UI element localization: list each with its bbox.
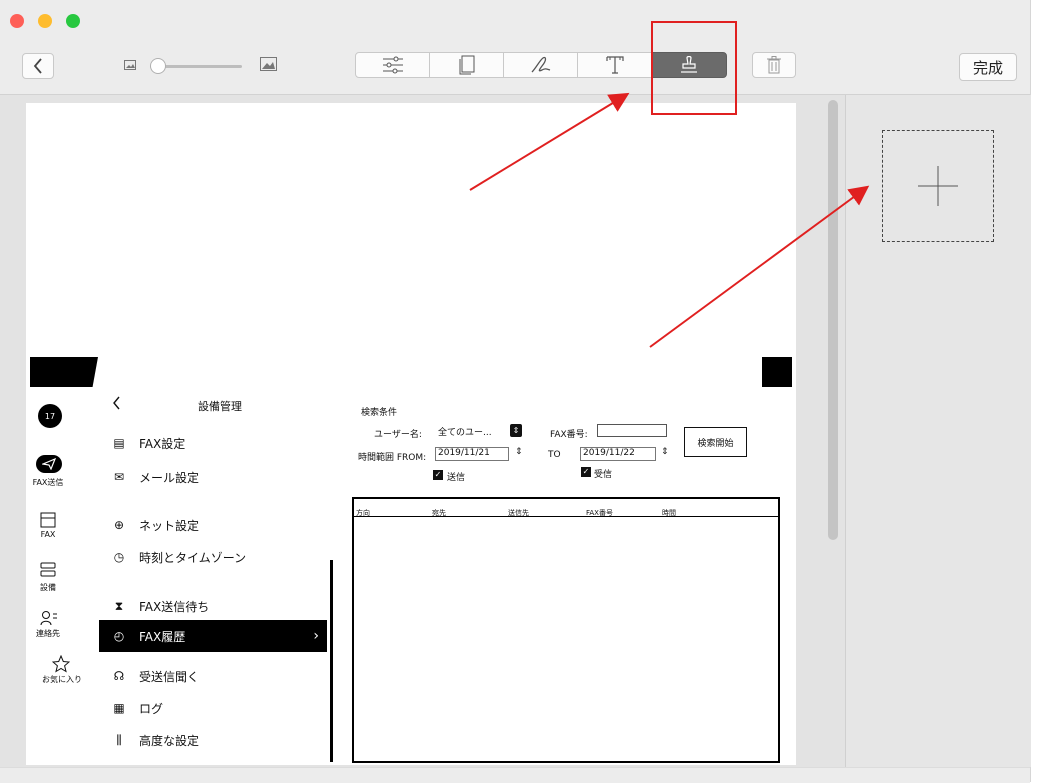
plus-icon — [918, 166, 958, 206]
send-checkbox[interactable]: ✓ — [433, 470, 443, 480]
contacts-icon[interactable] — [40, 610, 58, 626]
star-icon[interactable] — [52, 655, 70, 673]
nav-label-contacts[interactable]: 連絡先 — [30, 628, 66, 639]
menu-item-fax-settings[interactable]: ▤ FAX設定 — [99, 427, 327, 459]
fax-number-label: FAX番号: — [550, 430, 588, 440]
menu-item-fax-queue[interactable]: ⧗ FAX送信待ち — [99, 590, 327, 622]
black-corner-mark-right — [762, 357, 792, 387]
menu-back-icon[interactable] — [112, 396, 121, 410]
minimize-window-button[interactable] — [38, 14, 52, 28]
menu-item-network-settings[interactable]: ⊕ ネット設定 — [99, 509, 327, 541]
add-stamp-button[interactable] — [882, 130, 994, 242]
receive-checkbox-label: 受信 — [594, 470, 613, 480]
user-label: ユーザー名: — [374, 430, 422, 440]
app-window: 完成 17 FAX送信 FAX 設備 連絡先 お気に入り 設備管理 ▤ FAX設定… — [0, 0, 1031, 783]
user-select[interactable]: 全てのユー... — [438, 425, 506, 439]
adjust-icon — [382, 56, 403, 74]
back-button[interactable] — [22, 53, 54, 79]
nav-label-device[interactable]: 設備 — [30, 582, 66, 593]
menu-item-label: FAX送信待ち — [139, 599, 210, 614]
menu-title: 設備管理 — [198, 400, 242, 413]
black-corner-mark — [30, 357, 98, 387]
pages-tool-button[interactable] — [429, 52, 504, 78]
nav-label-fax-send[interactable]: FAX送信 — [30, 477, 66, 488]
to-stepper-icon[interactable]: ⇕ — [661, 447, 669, 457]
receive-checkbox[interactable]: ✓ — [581, 467, 591, 477]
menu-item-label: ログ — [139, 701, 164, 716]
zoom-window-button[interactable] — [66, 14, 80, 28]
menu-item-label: 高度な設定 — [139, 733, 200, 748]
done-button[interactable]: 完成 — [959, 53, 1017, 81]
menu-item-label: ネット設定 — [139, 518, 200, 533]
large-image-icon — [260, 57, 277, 71]
device-icon[interactable] — [40, 562, 56, 578]
menu-item-fax-history[interactable]: ◴ FAX履歴 › — [99, 620, 327, 652]
menu-item-mail-settings[interactable]: ✉ メール設定 — [99, 461, 327, 493]
column-header: 宛先 — [432, 509, 446, 517]
column-header: FAX番号 — [586, 509, 613, 517]
fax-icon[interactable] — [40, 512, 56, 528]
to-label: TO — [548, 450, 561, 460]
send-icon[interactable] — [36, 455, 62, 473]
chevron-right-icon: › — [313, 628, 319, 644]
to-date-input[interactable]: 2019/11/22 — [580, 447, 656, 461]
column-header: 方向 — [356, 509, 370, 517]
zoom-slider-thumb[interactable] — [150, 58, 166, 74]
menu-scrollbar[interactable] — [330, 560, 333, 762]
chevron-left-icon — [33, 58, 42, 74]
close-window-button[interactable] — [10, 14, 24, 28]
done-label: 完成 — [972, 58, 1003, 77]
time-range-label: 時間範囲 FROM: — [358, 453, 427, 463]
highlight-box — [651, 21, 737, 115]
menu-item-label: FAX履歴 — [139, 629, 186, 644]
headphones-icon: ☊ — [113, 669, 125, 683]
clock-icon: ◷ — [113, 550, 125, 564]
fax-history-table — [352, 497, 780, 763]
trash-icon — [767, 56, 781, 74]
column-header: 送信先 — [508, 509, 529, 517]
hourglass-icon: ⧗ — [114, 598, 124, 613]
column-header: 時間 — [662, 509, 676, 517]
signature-tool-button[interactable] — [503, 52, 578, 78]
menu-item-label: 時刻とタイムゾーン — [139, 550, 247, 565]
delete-button[interactable] — [752, 52, 796, 78]
text-icon — [605, 56, 624, 74]
menu-item-listen[interactable]: ☊ 受送信聞く — [99, 660, 327, 692]
vertical-scrollbar[interactable] — [828, 100, 838, 540]
menu-item-label: FAX設定 — [139, 436, 186, 451]
send-checkbox-label: 送信 — [447, 473, 466, 483]
menu-item-label: 受送信聞く — [139, 669, 200, 684]
small-image-icon — [124, 60, 136, 70]
pages-icon — [459, 55, 474, 75]
fax-number-input[interactable] — [597, 424, 667, 437]
fax-settings-icon: ▤ — [113, 436, 125, 450]
table-header-divider — [354, 516, 778, 517]
text-tool-button[interactable] — [577, 52, 652, 78]
globe-icon: ⊕ — [113, 518, 125, 532]
status-bar — [0, 767, 1030, 783]
nav-label-favorites[interactable]: お気に入り — [40, 674, 84, 685]
adjust-tool-button[interactable] — [355, 52, 430, 78]
stamp-panel — [845, 95, 1031, 767]
from-stepper-icon[interactable]: ⇕ — [515, 447, 523, 457]
select-arrow-icon[interactable]: ⇕ — [510, 424, 522, 437]
notification-badge: 17 — [38, 404, 62, 428]
log-icon: ▦ — [113, 701, 125, 715]
menu-item-log[interactable]: ▦ ログ — [99, 692, 327, 724]
mail-icon: ✉ — [113, 470, 125, 484]
search-start-button[interactable]: 検索開始 — [684, 427, 747, 457]
menu-item-label: メール設定 — [139, 470, 200, 485]
signature-icon — [531, 56, 550, 73]
menu-item-advanced[interactable]: ⫼ 高度な設定 — [99, 724, 327, 756]
toolbar: 完成 — [0, 0, 1030, 95]
history-icon: ◴ — [113, 629, 125, 643]
sliders-icon: ⫼ — [116, 732, 122, 747]
nav-label-fax[interactable]: FAX — [30, 530, 66, 539]
menu-item-timezone[interactable]: ◷ 時刻とタイムゾーン — [99, 541, 327, 573]
from-date-input[interactable]: 2019/11/21 — [435, 447, 509, 461]
search-title: 検索条件 — [361, 408, 398, 418]
